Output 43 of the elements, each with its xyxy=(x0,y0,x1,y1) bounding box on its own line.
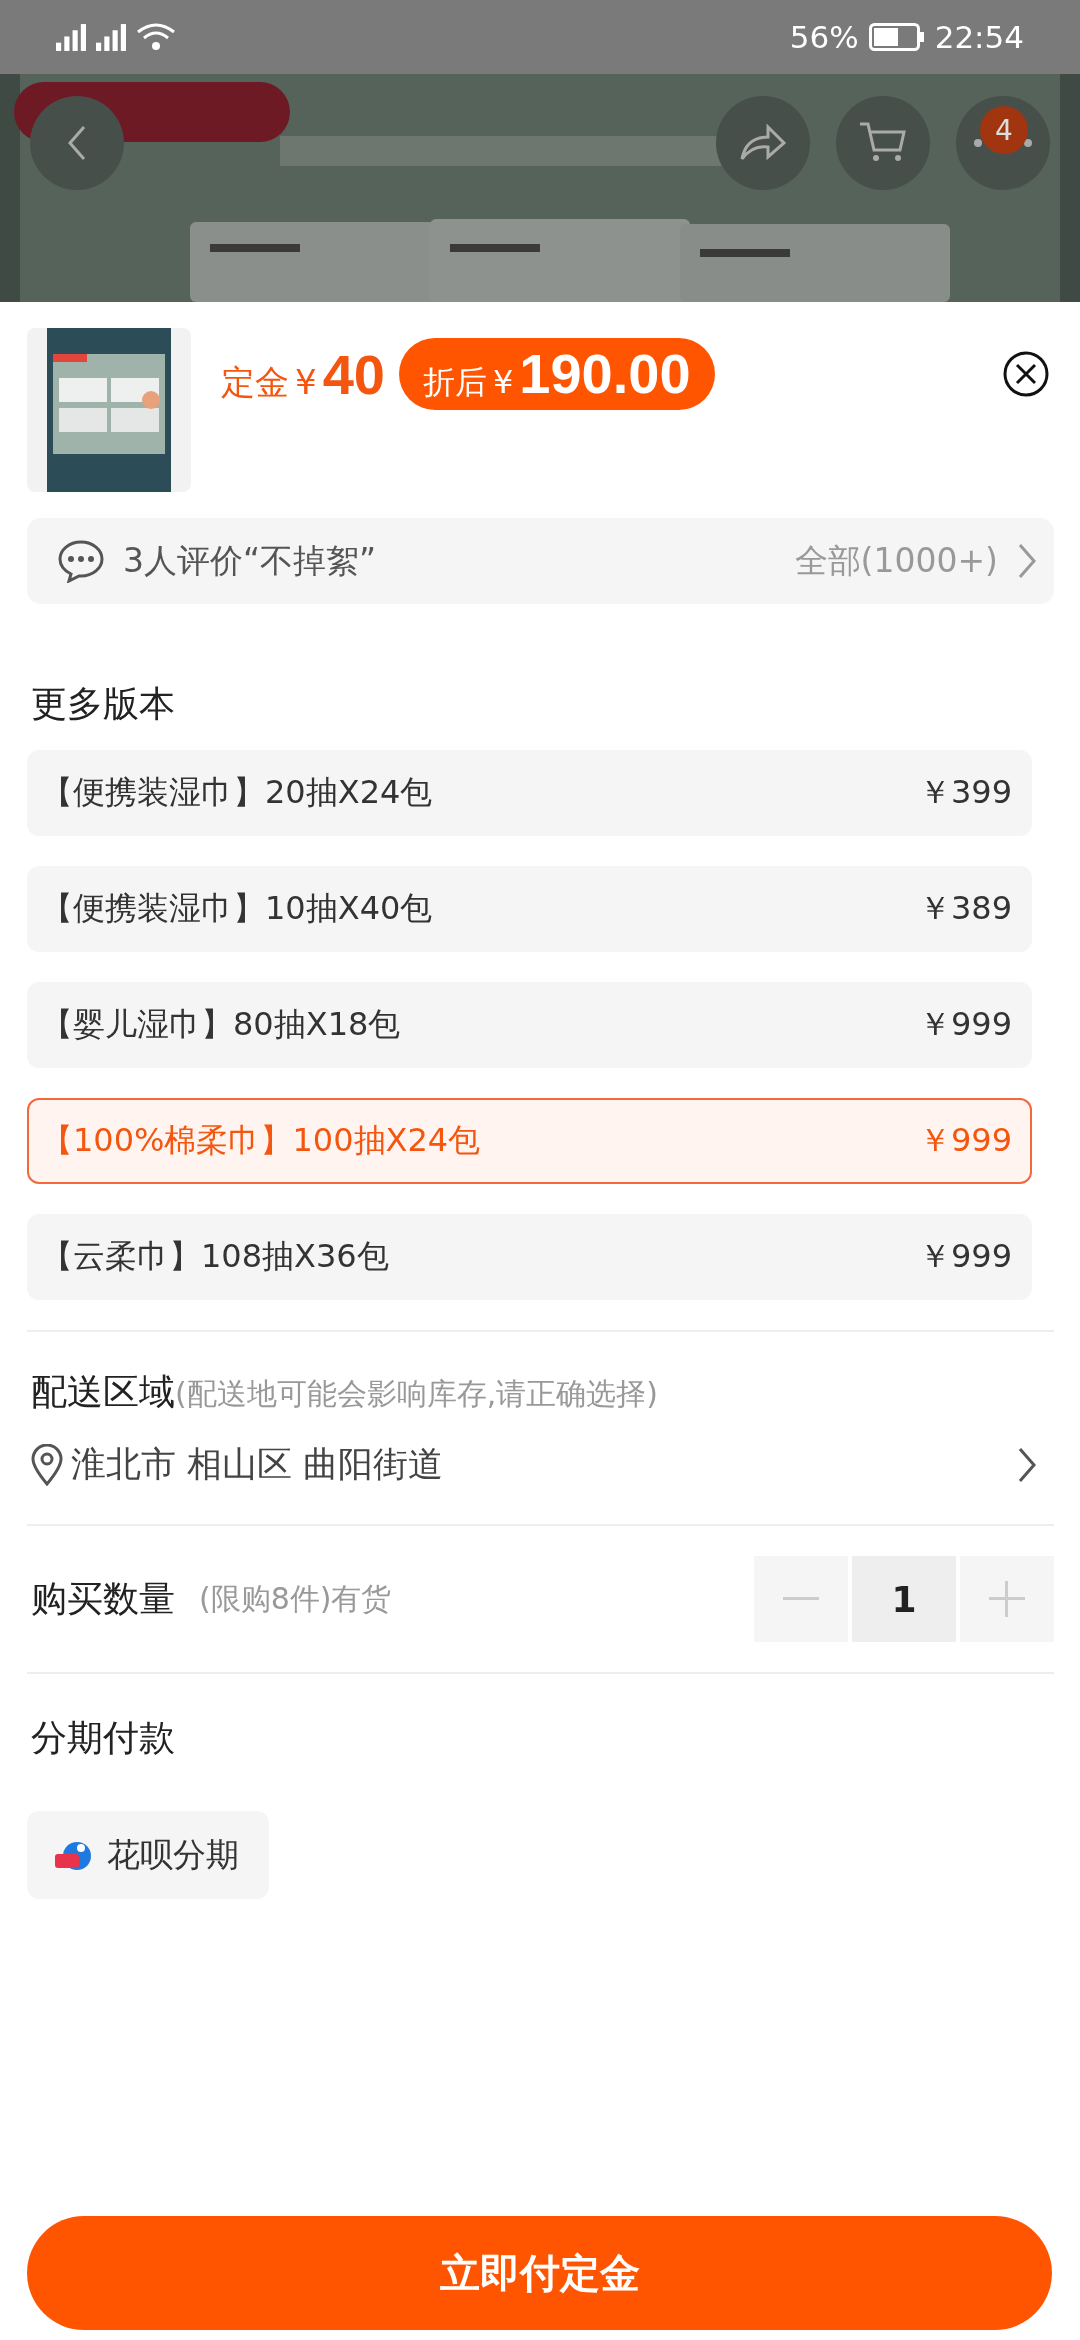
signal-icon xyxy=(96,23,126,51)
version-name: 【婴儿湿巾】80抽X18包 xyxy=(41,1004,401,1045)
installment-button[interactable]: 花呗分期 xyxy=(27,1811,269,1899)
version-option[interactable]: 【云柔巾】108抽X36包 ￥999 xyxy=(27,1214,1032,1300)
clock: 22:54 xyxy=(934,19,1024,55)
battery-icon xyxy=(868,23,925,51)
review-count: 全部(1000+) xyxy=(794,539,998,582)
chevron-right-icon xyxy=(1016,541,1038,581)
battery-percent: 56% xyxy=(789,19,859,55)
delivery-note: (配送地可能会影响库存,请正确选择) xyxy=(175,1375,658,1413)
review-bar[interactable]: 3人评价“不掉絮” 全部(1000+) xyxy=(27,518,1054,604)
version-option[interactable]: 【婴儿湿巾】80抽X18包 ￥999 xyxy=(27,982,1032,1068)
location-pin-icon xyxy=(31,1443,63,1486)
deposit-price: 定金 ¥40 xyxy=(221,341,385,407)
version-price: ￥999 xyxy=(918,1236,1012,1277)
version-name: 【云柔巾】108抽X36包 xyxy=(41,1236,389,1277)
share-icon xyxy=(738,123,788,163)
final-price-tag: 折后 ¥190.00 xyxy=(398,338,715,410)
version-price: ￥399 xyxy=(918,772,1012,813)
version-name: 【便携装湿巾】10抽X40包 xyxy=(41,888,433,929)
more-icon xyxy=(973,138,1033,148)
signal-icon xyxy=(56,23,86,51)
version-name: 【便携装湿巾】20抽X24包 xyxy=(41,772,433,813)
section-title: 分期付款 xyxy=(31,1716,176,1760)
review-summary: 3人评价“不掉絮” xyxy=(123,539,377,582)
comment-icon xyxy=(57,539,105,583)
quantity-value[interactable]: 1 xyxy=(852,1556,956,1642)
version-option[interactable]: 【便携装湿巾】10抽X40包 ￥389 xyxy=(27,866,1032,952)
stock-note: (限购8件)有货 xyxy=(199,1579,392,1618)
address-row[interactable]: 淮北市 相山区 曲阳街道 xyxy=(31,1441,1054,1488)
section-title: 购买数量 xyxy=(31,1576,175,1621)
minus-icon xyxy=(783,1597,819,1601)
version-price: ￥999 xyxy=(918,1004,1012,1045)
plus-icon xyxy=(989,1581,1025,1617)
wifi-icon xyxy=(136,22,176,52)
address-text: 淮北市 相山区 曲阳街道 xyxy=(71,1443,445,1486)
version-price: ￥999 xyxy=(918,1120,1012,1161)
close-icon[interactable] xyxy=(1002,350,1050,398)
version-price: ￥389 xyxy=(918,888,1012,929)
version-option[interactable]: 【便携装湿巾】20抽X24包 ￥399 xyxy=(27,750,1032,836)
section-title: 配送区域 xyxy=(31,1370,175,1414)
section-title: 更多版本 xyxy=(31,682,176,726)
version-name: 【100%棉柔巾】100抽X24包 xyxy=(41,1120,481,1161)
